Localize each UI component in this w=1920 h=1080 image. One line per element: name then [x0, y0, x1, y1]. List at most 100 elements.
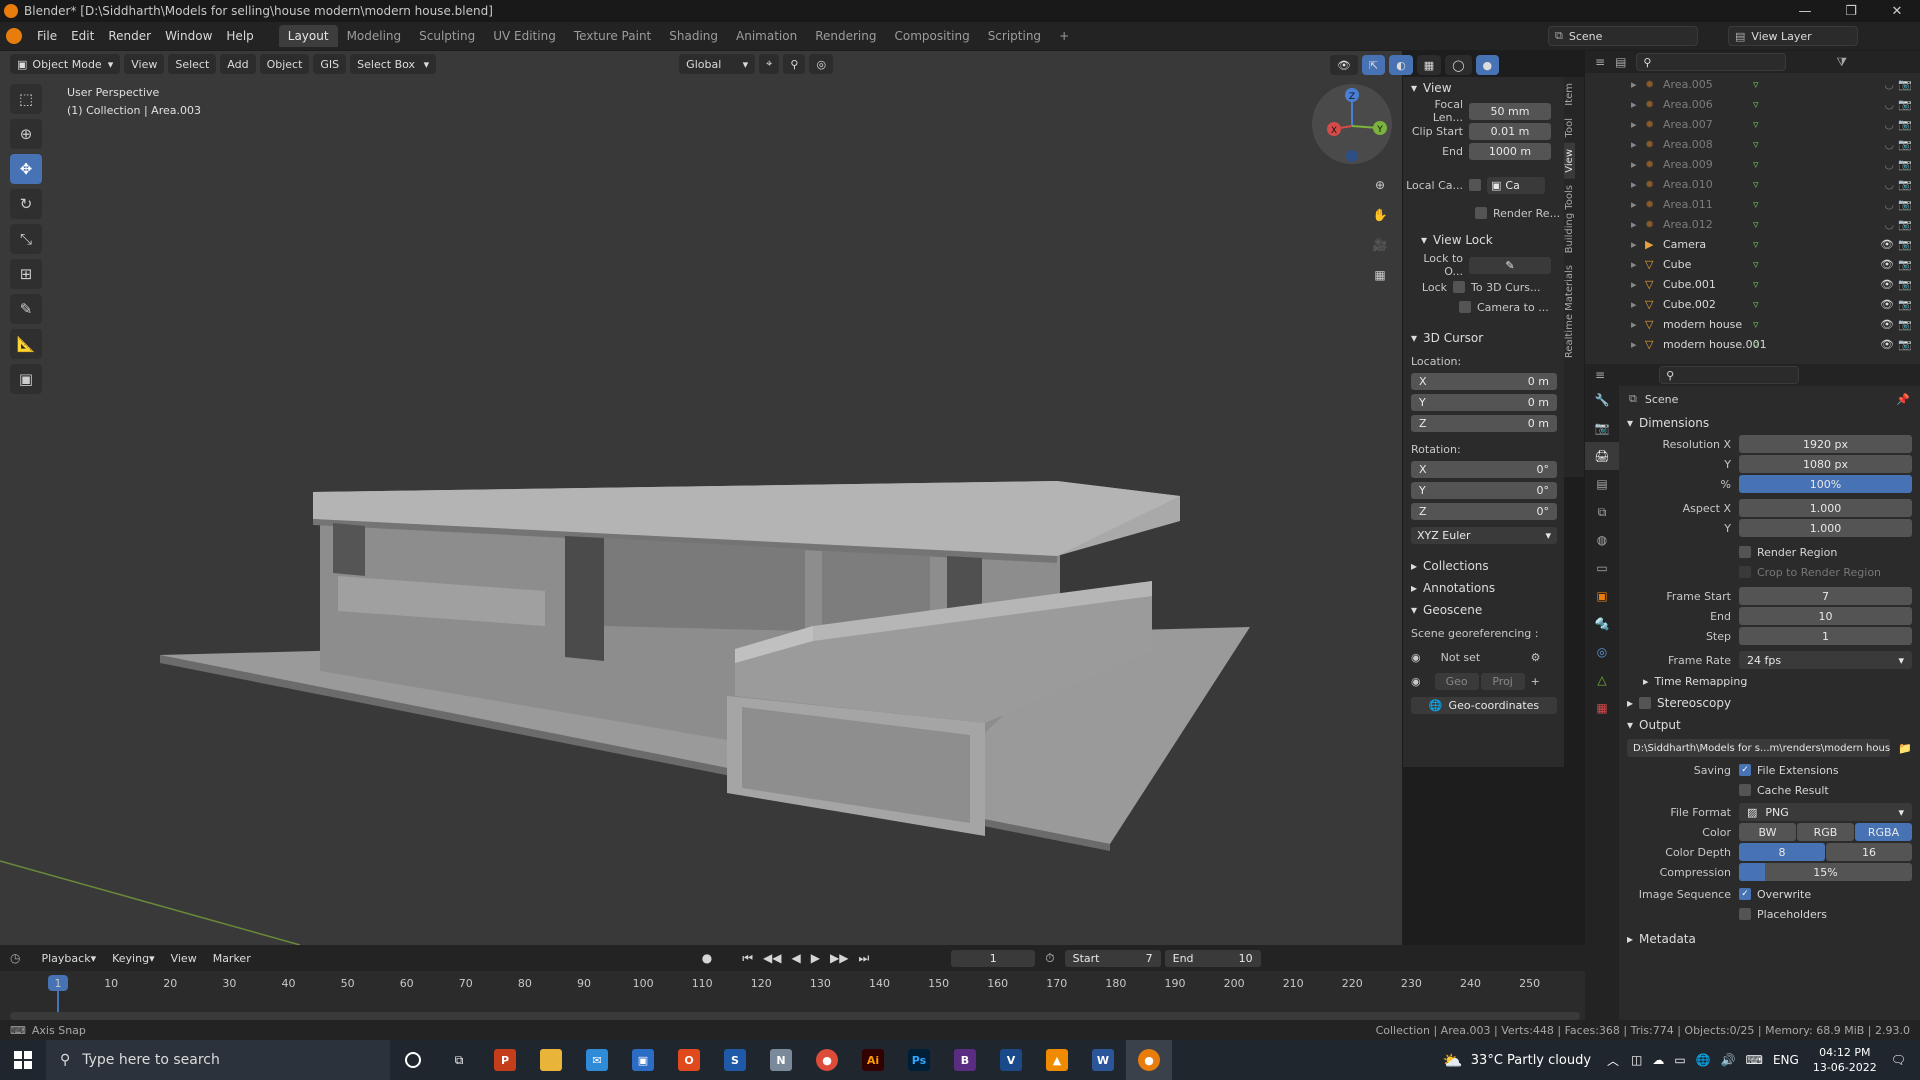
select-menu[interactable]: Select	[168, 54, 217, 74]
aspect-x-field[interactable]: 1.000	[1739, 499, 1912, 517]
frame-start-field[interactable]: 7	[1739, 587, 1912, 605]
transform-orientation-dropdown[interactable]: Global ▾	[679, 54, 756, 74]
lock-to-object-field[interactable]: ✎	[1469, 256, 1551, 274]
chevron-right-icon[interactable]: ▸	[1631, 298, 1645, 311]
display-mode-icon[interactable]: ▤	[1615, 55, 1626, 69]
proportional-edit-icon[interactable]: ◎	[809, 54, 834, 74]
notepad-icon[interactable]: N	[758, 1040, 804, 1080]
chevron-right-icon[interactable]: ▸	[1631, 118, 1645, 131]
visibility-eye-icon[interactable]: ◡	[1884, 178, 1894, 191]
timeline-scrollbar[interactable]	[10, 1012, 1580, 1020]
timeline-view-menu[interactable]: View	[164, 948, 204, 968]
tab-item[interactable]: Item	[1564, 77, 1575, 112]
chevron-right-icon[interactable]: ▸	[1631, 138, 1645, 151]
scale-tool-icon[interactable]: ⤡	[10, 224, 42, 254]
clip-end-field[interactable]: 1000 m	[1469, 142, 1551, 160]
tab-shading[interactable]: Shading	[660, 25, 727, 47]
pan-hand-icon[interactable]: ✋	[1368, 200, 1392, 230]
editor-type-icon[interactable]: ≡	[1595, 55, 1605, 69]
render-tab-icon[interactable]: 📷	[1585, 414, 1619, 442]
add-icon[interactable]: +	[1531, 675, 1540, 688]
rotation-mode-dropdown[interactable]: XYZ Euler ▾	[1411, 526, 1557, 544]
render-camera-icon[interactable]: 📷	[1898, 98, 1912, 111]
transform-tool-icon[interactable]: ⊞	[10, 259, 42, 289]
next-key-icon[interactable]: ▶▶	[830, 951, 848, 965]
cursor-tool-icon[interactable]: ⊕	[10, 119, 42, 149]
render-camera-icon[interactable]: 📷	[1898, 178, 1912, 191]
maximize-button[interactable]: ❐	[1828, 0, 1874, 22]
chevron-right-icon[interactable]: ▸	[1631, 318, 1645, 331]
location-y-field[interactable]: Y 0 m	[1411, 393, 1557, 411]
compression-slider[interactable]: 15%	[1739, 863, 1912, 881]
navigation-gizmo[interactable]: Z Y X	[1312, 84, 1392, 164]
stereoscopy-checkbox[interactable]	[1639, 697, 1652, 709]
battery-icon[interactable]: ▭	[1674, 1053, 1685, 1067]
resolution-percent-slider[interactable]: 100%	[1739, 475, 1912, 493]
select-box-dropdown[interactable]: Select Box ▾	[350, 54, 437, 74]
mail-icon[interactable]: ✉	[574, 1040, 620, 1080]
depth-8-button[interactable]: 8	[1739, 843, 1825, 861]
tab-animation[interactable]: Animation	[727, 25, 806, 47]
aspect-y-field[interactable]: 1.000	[1739, 519, 1912, 537]
object-menu[interactable]: Object	[259, 54, 310, 74]
current-frame-field[interactable]: 1	[951, 949, 1036, 967]
blender-taskbar-icon[interactable]: ●	[1126, 1040, 1172, 1080]
properties-search-input[interactable]: ⚲	[1659, 366, 1800, 384]
dimensions-header[interactable]: ▾ Dimensions	[1619, 412, 1920, 434]
office-icon[interactable]: O	[666, 1040, 712, 1080]
clock-icon[interactable]: ⏱	[1045, 951, 1054, 966]
tray-chevron-icon[interactable]: ︿	[1607, 1052, 1619, 1069]
menu-help[interactable]: Help	[219, 29, 260, 43]
outliner-item[interactable]: ▸ ✹ Area.005 ▿ ◡ 📷	[1585, 74, 1920, 94]
tab-modeling[interactable]: Modeling	[338, 25, 411, 47]
outliner-item[interactable]: ▸ ▽ modern house.001 ▿ 👁 📷	[1585, 334, 1920, 354]
object-mode-dropdown[interactable]: ▣ Object Mode ▾	[10, 54, 121, 74]
radio-icon[interactable]: ◉	[1411, 675, 1421, 688]
file-explorer-icon[interactable]	[528, 1040, 574, 1080]
app-icon[interactable]: B	[942, 1040, 988, 1080]
select-tool-icon[interactable]: ⬚	[10, 84, 42, 114]
start-frame-field[interactable]: Start 7	[1064, 949, 1161, 967]
play-icon[interactable]: ▶	[811, 951, 820, 965]
placeholders-checkbox[interactable]	[1739, 908, 1751, 920]
local-camera-checkbox[interactable]	[1469, 179, 1481, 191]
outliner-item[interactable]: ▸ ✹ Area.009 ▿ ◡ 📷	[1585, 154, 1920, 174]
playback-menu[interactable]: Playback ▾	[34, 948, 103, 968]
chevron-right-icon[interactable]: ▸	[1631, 78, 1645, 91]
visibility-eye-icon[interactable]: ◡	[1884, 118, 1894, 131]
rotation-z-field[interactable]: Z 0°	[1411, 502, 1557, 520]
zoom-icon[interactable]: ⊕	[1368, 170, 1392, 200]
visibility-eye-icon[interactable]: ◡	[1884, 158, 1894, 171]
prev-key-icon[interactable]: ◀◀	[763, 951, 781, 965]
radio-icon[interactable]: ◉	[1411, 651, 1421, 664]
annotations-header[interactable]: ▸ Annotations	[1403, 577, 1564, 599]
data-tab-icon[interactable]: △	[1585, 666, 1619, 694]
add-cube-tool-icon[interactable]: ▣	[10, 364, 42, 394]
outliner-item[interactable]: ▸ ✹ Area.007 ▿ ◡ 📷	[1585, 114, 1920, 134]
scene-tab-icon[interactable]: ⧉	[1585, 498, 1619, 526]
visibility-eye-icon[interactable]: ◡	[1884, 98, 1894, 111]
visibility-eye-icon[interactable]: 👁	[1880, 338, 1894, 351]
task-view-icon[interactable]: ⧉	[436, 1040, 482, 1080]
render-camera-icon[interactable]: 📷	[1898, 78, 1912, 91]
3d-cursor-header[interactable]: ▾ 3D Cursor	[1403, 327, 1564, 349]
close-button[interactable]: ✕	[1874, 0, 1920, 22]
cortana-icon[interactable]	[390, 1040, 436, 1080]
chevron-right-icon[interactable]: ▸	[1631, 178, 1645, 191]
menu-window[interactable]: Window	[158, 29, 219, 43]
location-x-field[interactable]: X 0 m	[1411, 372, 1557, 390]
3d-viewport[interactable]	[0, 51, 1402, 945]
resolution-y-field[interactable]: 1080 px	[1739, 455, 1912, 473]
tab-scripting[interactable]: Scripting	[979, 25, 1050, 47]
visibility-eye-icon[interactable]: ◡	[1884, 218, 1894, 231]
view-section-header[interactable]: ▾ View	[1403, 77, 1564, 99]
collections-header[interactable]: ▸ Collections	[1403, 555, 1564, 577]
visibility-eye-icon[interactable]: 👁	[1880, 318, 1894, 331]
menu-edit[interactable]: Edit	[64, 29, 101, 43]
render-camera-icon[interactable]: 📷	[1898, 198, 1912, 211]
view-menu[interactable]: View	[124, 54, 165, 74]
output-tab-icon[interactable]: 🖨	[1585, 442, 1619, 470]
chevron-right-icon[interactable]: ▸	[1631, 338, 1645, 351]
render-region-checkbox[interactable]	[1739, 546, 1751, 558]
tab-rendering[interactable]: Rendering	[806, 25, 885, 47]
